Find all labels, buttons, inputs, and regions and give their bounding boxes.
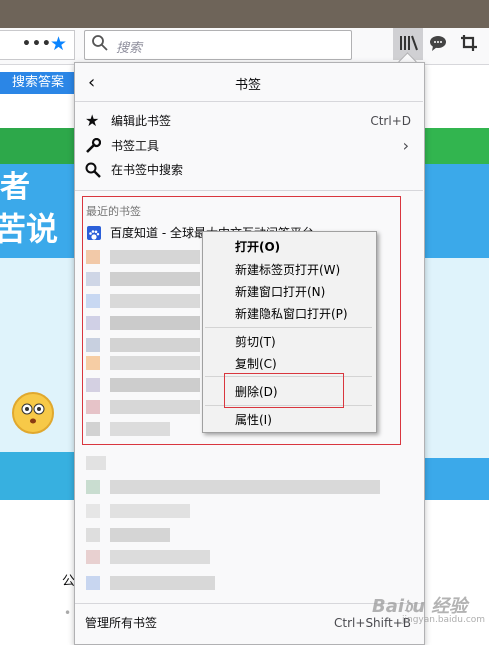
banner-text-1: 者 bbox=[0, 170, 30, 205]
chevron-right-icon: › bbox=[402, 136, 409, 155]
bookmark-tools-label: 书签工具 bbox=[111, 139, 160, 153]
panel-separator bbox=[75, 190, 423, 191]
page-nav-bar-right bbox=[423, 128, 489, 164]
edit-bookmark-label: 编辑此书签 bbox=[111, 114, 172, 128]
back-icon[interactable]: ‹ bbox=[88, 72, 95, 93]
panel-title: 书签 bbox=[235, 78, 262, 93]
star-icon: ★ bbox=[85, 111, 100, 130]
ctx-properties-item[interactable]: 属性(I) bbox=[235, 411, 272, 428]
watermark-url: jingyan.baidu.com bbox=[402, 615, 486, 625]
search-icon bbox=[85, 162, 101, 186]
page-white-area bbox=[0, 96, 78, 126]
page-actions-button[interactable]: ••• bbox=[22, 36, 52, 52]
ctx-open-new-window-item[interactable]: 新建窗口打开(N) bbox=[235, 283, 325, 300]
manage-all-label: 管理所有书签 bbox=[85, 616, 158, 630]
ctx-open-private-window-item[interactable]: 新建隐私窗口打开(P) bbox=[235, 305, 348, 322]
ctx-copy-item[interactable]: 复制(C) bbox=[235, 355, 277, 372]
panel-separator-bottom bbox=[75, 603, 423, 604]
search-bookmarks-item[interactable]: 在书签中搜索 bbox=[75, 158, 423, 182]
ctx-cut-item[interactable]: 剪切(T) bbox=[235, 333, 276, 350]
crop-icon[interactable] bbox=[460, 34, 478, 52]
page-banner-bottom bbox=[0, 452, 78, 500]
page-bullet: • bbox=[64, 606, 72, 620]
banner-text-2: 苦说 bbox=[0, 210, 59, 248]
ctx-open-item[interactable]: 打开(O) bbox=[235, 238, 280, 255]
window-titlebar bbox=[0, 0, 489, 28]
bookmark-star-icon[interactable]: ★ bbox=[50, 33, 67, 55]
edit-bookmark-item[interactable]: ★ 编辑此书签 Ctrl+D bbox=[75, 109, 423, 133]
ctx-open-new-tab-item[interactable]: 新建标签页打开(W) bbox=[235, 261, 340, 278]
edit-bookmark-shortcut: Ctrl+D bbox=[370, 114, 411, 128]
bookmark-tools-item[interactable]: 书签工具 › bbox=[75, 134, 423, 158]
search-answer-button[interactable]: 搜索答案 bbox=[0, 72, 78, 94]
search-icon bbox=[92, 35, 108, 51]
manage-all-bookmarks-item[interactable]: 管理所有书签 Ctrl+Shift+B bbox=[75, 611, 423, 635]
emoji-face-icon bbox=[12, 392, 54, 434]
search-bookmarks-label: 在书签中搜索 bbox=[111, 163, 184, 177]
ctx-separator bbox=[205, 327, 372, 328]
chat-icon[interactable] bbox=[428, 34, 448, 52]
delete-highlight-box bbox=[224, 373, 344, 408]
search-placeholder: 搜索 bbox=[116, 41, 143, 56]
page-banner-right-inner bbox=[423, 258, 489, 458]
